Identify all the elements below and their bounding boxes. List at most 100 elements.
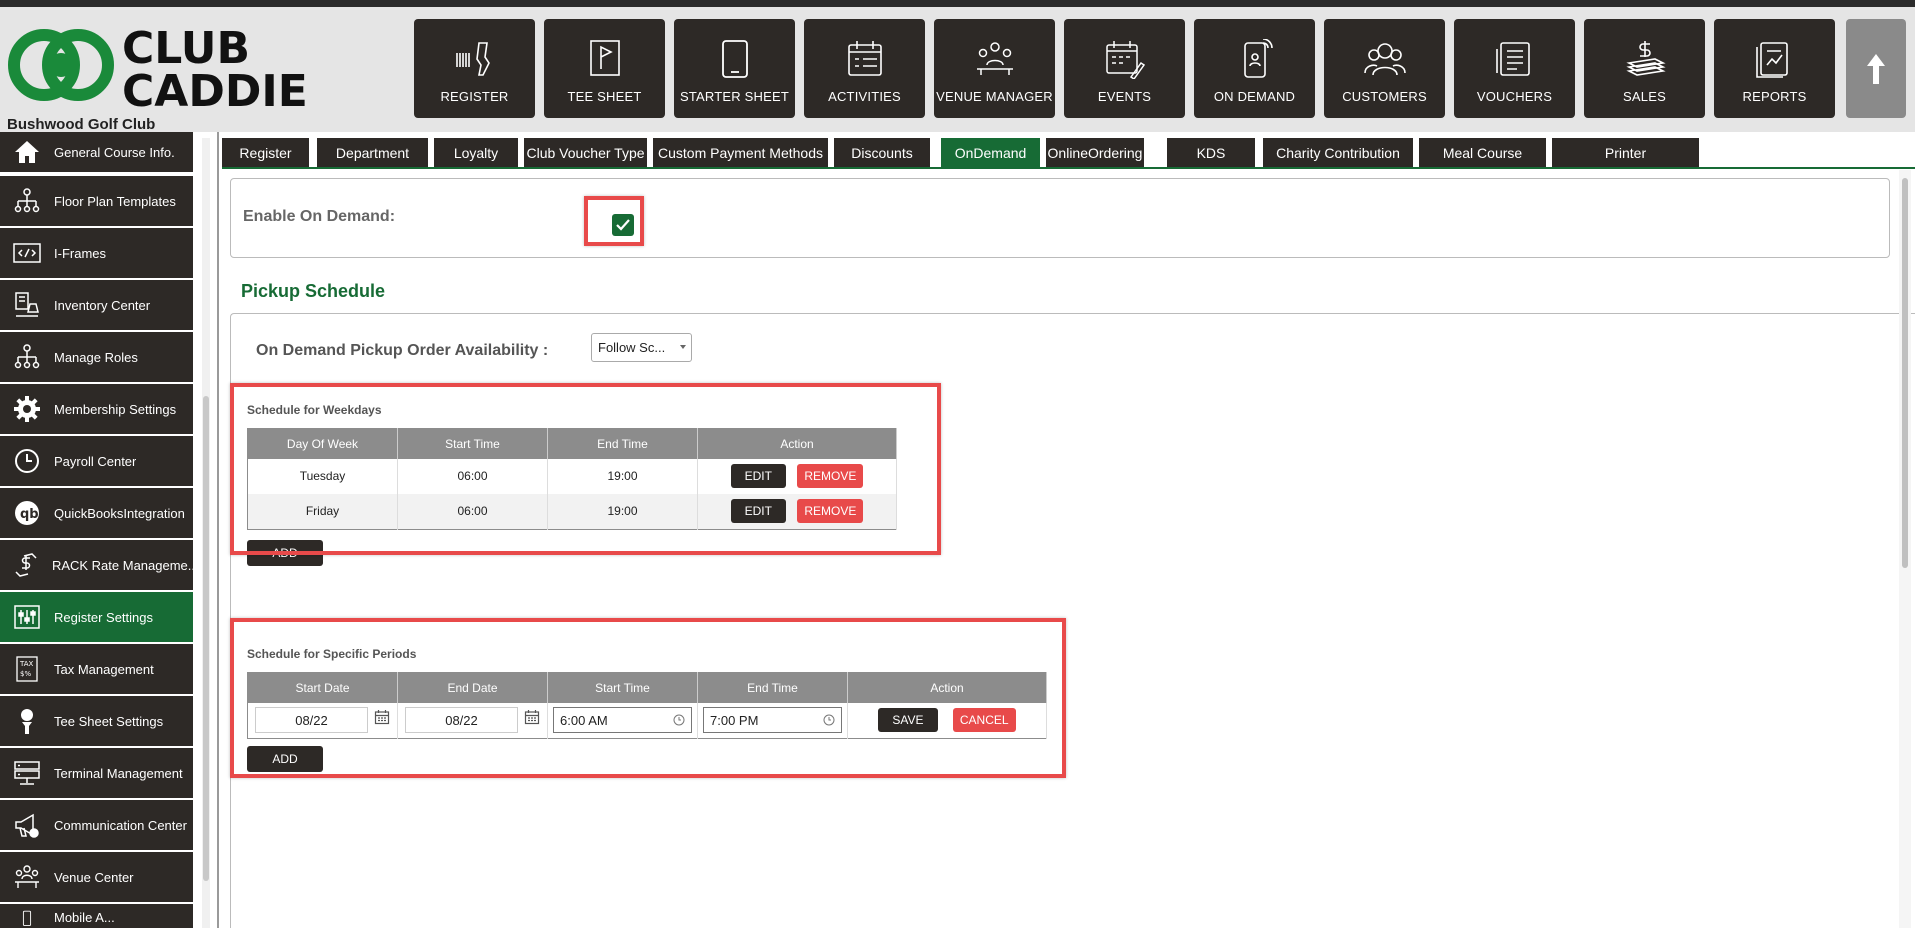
weekdays-schedule-table: Day Of Week Start Time End Time Action T… (247, 428, 897, 530)
cell-start: 06:00 (397, 458, 548, 494)
cell-start: 06:00 (397, 493, 548, 530)
sidebar-item-mobile-app[interactable]: Mobile A... (0, 904, 193, 928)
venue-icon (0, 862, 54, 892)
nav-customers-button[interactable]: CUSTOMERS (1324, 19, 1445, 118)
nav-reports-button[interactable]: REPORTS (1714, 19, 1835, 118)
money-icon (1625, 41, 1666, 76)
sidebar-item-venue-center[interactable]: Venue Center (0, 852, 193, 902)
nav-starter-sheet-button[interactable]: STARTER SHEET (674, 19, 795, 118)
end-date-input[interactable]: 08/22 (405, 707, 518, 734)
sidebar-item-rack-rate-management[interactable]: RACK Rate Manageme... (0, 540, 193, 590)
sidebar-item-communication-center[interactable]: Communication Center (0, 800, 193, 850)
nav-venue-manager-button[interactable]: VENUE MANAGER (934, 19, 1055, 118)
nav-register-button[interactable]: REGISTER (414, 19, 535, 118)
cell-end: 19:00 (547, 458, 698, 494)
add-weekday-button[interactable]: ADD (247, 540, 323, 566)
table-row: 08/22 08/22 6:00 AM 7:00 PM SAVE CANCEL (247, 702, 1047, 739)
nav-vouchers-button[interactable]: VOUCHERS (1454, 19, 1575, 118)
svg-text:TAX: TAX (19, 660, 34, 668)
cancel-button[interactable]: CANCEL (952, 708, 1016, 733)
tab-underline (222, 167, 1915, 169)
tab-printer[interactable]: Printer (1552, 138, 1699, 167)
enable-on-demand-box (230, 178, 1890, 258)
tab-online-ordering[interactable]: OnlineOrdering (1046, 138, 1144, 167)
periods-schedule-title: Schedule for Specific Periods (247, 647, 417, 661)
tablet-icon (721, 40, 748, 78)
sidebar-item-register-settings[interactable]: Register Settings (0, 592, 193, 642)
start-time-input[interactable]: 6:00 AM (553, 707, 692, 734)
ondemand-panel: Enable On Demand: Pickup Schedule On Dem… (222, 170, 1915, 928)
col-end-time: End Time (697, 672, 848, 703)
golf-tee-icon (0, 706, 54, 736)
sidebar-item-floor-plan-templates[interactable]: Floor Plan Templates (0, 176, 193, 226)
availability-label: On Demand Pickup Order Availability : (256, 342, 549, 359)
pickup-schedule-title: Pickup Schedule (241, 281, 386, 301)
flag-icon (589, 40, 620, 76)
sidebar-item-terminal-management[interactable]: Terminal Management (0, 748, 193, 798)
sidebar-item-membership-settings[interactable]: Membership Settings (0, 384, 193, 434)
cell-end: 19:00 (547, 493, 698, 530)
tab-custom-payment-methods[interactable]: Custom Payment Methods (653, 138, 828, 167)
sidebar-item-payroll-center[interactable]: Payroll Center (0, 436, 193, 486)
tab-ondemand[interactable]: OnDemand (941, 138, 1040, 167)
enable-on-demand-label: Enable On Demand: (243, 208, 396, 225)
sliders-icon (0, 602, 54, 632)
tab-loyalty[interactable]: Loyalty (434, 138, 518, 167)
cell-action: SAVE CANCEL (847, 702, 1047, 739)
tab-charity-contribution[interactable]: Charity Contribution (1263, 138, 1413, 167)
calendar-edit-icon (1105, 41, 1145, 79)
tab-meal-course[interactable]: Meal Course (1419, 138, 1546, 167)
report-icon (1755, 42, 1788, 78)
megaphone-icon (0, 810, 54, 840)
sidebar-item-tee-sheet-settings[interactable]: Tee Sheet Settings (0, 696, 193, 746)
col-end-time: End Time (547, 428, 698, 459)
sidebar-scrollbar-thumb[interactable] (203, 396, 209, 881)
sidebar-item-quickbooks-integration[interactable]: qb QuickBooksIntegration (0, 488, 193, 538)
club-name: Bushwood Golf Club (7, 116, 156, 133)
start-date-input[interactable]: 08/22 (255, 707, 368, 734)
nav-on-demand-button[interactable]: ON DEMAND (1194, 19, 1315, 118)
tab-register[interactable]: Register (222, 138, 309, 167)
code-icon (0, 238, 54, 268)
nav-events-button[interactable]: EVENTS (1064, 19, 1185, 118)
table-row: Friday 06:00 19:00 EDIT REMOVE (247, 493, 897, 530)
cell-start-time: 6:00 AM (547, 702, 698, 739)
quickbooks-icon: qb (0, 498, 54, 528)
availability-select[interactable]: Follow Sc... (591, 333, 692, 362)
remove-button[interactable]: REMOVE (797, 499, 864, 524)
cell-end-date: 08/22 (397, 702, 548, 739)
mobile-order-icon (1243, 39, 1273, 78)
top-strip (0, 0, 1915, 7)
club-caddie-logo[interactable]: CLUB CADDIE (6, 21, 311, 117)
nav-activities-button[interactable]: ACTIVITIES (804, 19, 925, 118)
sidebar-item-general-course-info[interactable]: General Course Info. (0, 132, 193, 172)
add-period-button[interactable]: ADD (247, 746, 323, 772)
content-scrollbar-thumb[interactable] (1902, 178, 1908, 568)
edit-button[interactable]: EDIT (730, 499, 786, 524)
nav-tee-sheet-button[interactable]: TEE SHEET (544, 19, 665, 118)
sidebar-item-tax-management[interactable]: TAX $% Tax Management (0, 644, 193, 694)
tab-kds[interactable]: KDS (1167, 138, 1255, 167)
sidebar-item-manage-roles[interactable]: Manage Roles (0, 332, 193, 382)
clock-icon (0, 446, 54, 476)
people-icon (1363, 43, 1406, 76)
sidebar-item-i-frames[interactable]: I-Frames (0, 228, 193, 278)
col-start-time: Start Time (547, 672, 698, 703)
tab-department[interactable]: Department (317, 138, 428, 167)
calendar-icon[interactable] (374, 709, 390, 725)
checkmark-icon (616, 219, 630, 231)
calendar-icon[interactable] (524, 709, 540, 725)
nav-sales-button[interactable]: SALES (1584, 19, 1705, 118)
svg-text:$%: $% (20, 670, 31, 678)
edit-button[interactable]: EDIT (730, 464, 786, 488)
save-button[interactable]: SAVE (878, 708, 938, 733)
scroll-to-top-button[interactable] (1846, 19, 1906, 118)
chevron-down-icon (680, 345, 686, 349)
remove-button[interactable]: REMOVE (797, 464, 864, 488)
sidebar-item-inventory-center[interactable]: Inventory Center (0, 280, 193, 330)
end-time-input[interactable]: 7:00 PM (703, 707, 842, 734)
inventory-icon (0, 290, 54, 320)
tab-club-voucher-type[interactable]: Club Voucher Type (524, 138, 647, 167)
tab-discounts[interactable]: Discounts (834, 138, 930, 167)
enable-on-demand-checkbox[interactable] (612, 214, 634, 236)
